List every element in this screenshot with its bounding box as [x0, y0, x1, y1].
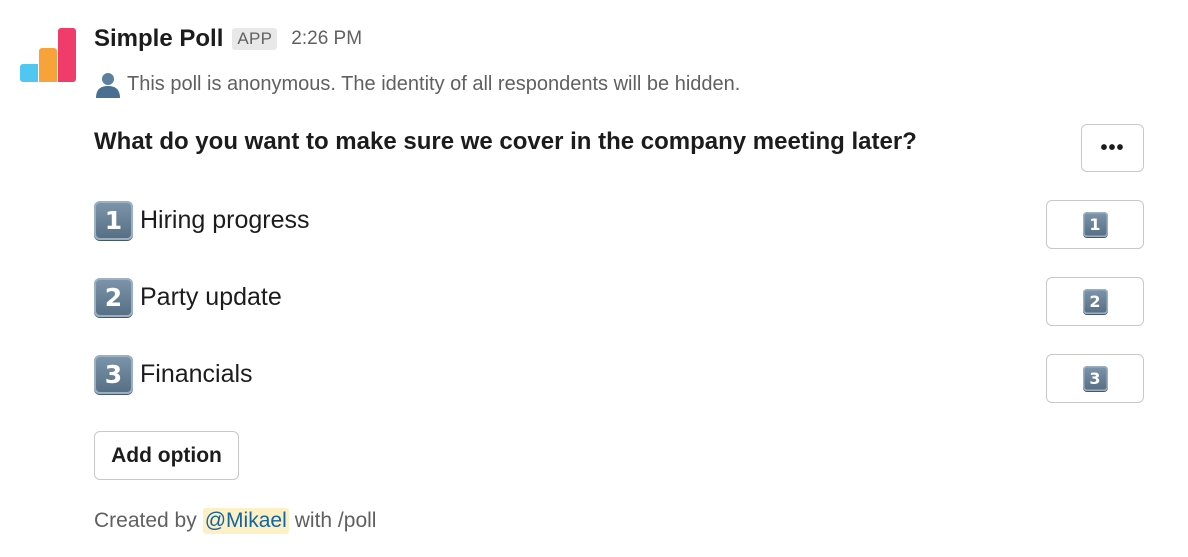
user-silhouette-icon [96, 73, 120, 98]
logo-bar-tall [58, 28, 76, 82]
poll-option-label: Financials [140, 360, 253, 388]
vote-button-3[interactable]: 3 [1046, 354, 1144, 403]
message-header: Simple Poll APP 2:26 PM [94, 24, 362, 54]
poll-option-2: 2 Party update [94, 278, 282, 317]
poll-option-label: Party update [140, 283, 282, 311]
app-badge: APP [232, 28, 278, 50]
add-option-button[interactable]: Add option [94, 431, 239, 480]
keycap-3-icon: 3 [1082, 366, 1108, 391]
anonymous-notice-text: This poll is anonymous. The identity of … [127, 72, 741, 95]
footer-prefix: Created by [94, 509, 197, 532]
simple-poll-logo[interactable] [20, 28, 78, 82]
logo-bar-medium [39, 48, 57, 82]
poll-option-1: 1 Hiring progress [94, 201, 310, 240]
logo-bar-short [20, 64, 38, 82]
keycap-2-icon: 2 [94, 278, 133, 317]
keycap-2-icon: 2 [1082, 289, 1108, 314]
keycap-1-icon: 1 [1082, 212, 1108, 237]
more-actions-button[interactable]: ••• [1081, 124, 1144, 172]
anonymous-notice: This poll is anonymous. The identity of … [94, 70, 740, 98]
footer-suffix: with /poll [294, 509, 377, 532]
poll-option-label: Hiring progress [140, 206, 310, 234]
poll-question: What do you want to make sure we cover i… [94, 128, 917, 155]
user-mention-link[interactable]: @Mikael [202, 508, 289, 534]
keycap-1-icon: 1 [94, 201, 133, 240]
message-timestamp[interactable]: 2:26 PM [291, 28, 362, 50]
app-name[interactable]: Simple Poll [94, 25, 223, 53]
vote-button-2[interactable]: 2 [1046, 277, 1144, 326]
poll-footer: Created by @Mikael with /poll [94, 508, 376, 534]
keycap-3-icon: 3 [94, 355, 133, 394]
vote-button-1[interactable]: 1 [1046, 200, 1144, 249]
poll-option-3: 3 Financials [94, 355, 253, 394]
